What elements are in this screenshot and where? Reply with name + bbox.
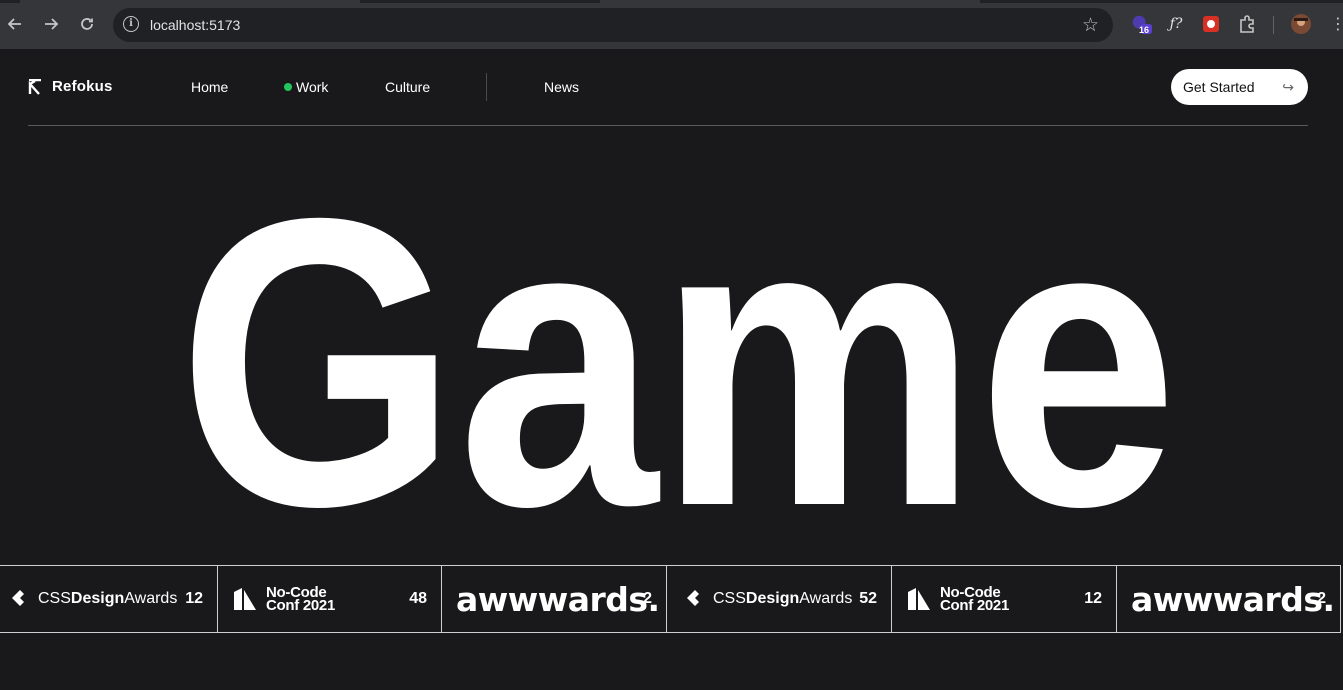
award-count: 12 <box>1084 590 1102 607</box>
profile-avatar[interactable] <box>1290 13 1312 35</box>
extension-badge: 16 <box>1139 25 1150 35</box>
extension-icon[interactable]: 16 <box>1130 13 1152 35</box>
nocode-icon <box>234 588 256 610</box>
award-card[interactable]: No-Code Conf 2021 48 <box>217 565 442 633</box>
address-bar[interactable]: i localhost:5173 ☆ <box>113 8 1113 42</box>
award-card[interactable]: CSSDesignAwards 52 <box>666 565 892 633</box>
get-started-label: Get Started <box>1183 79 1255 95</box>
puzzle-icon[interactable] <box>1236 13 1258 35</box>
award-count: 52 <box>859 590 877 607</box>
nav-work[interactable]: Work <box>284 79 328 95</box>
brand-name: Refokus <box>52 78 113 95</box>
cssda-icon <box>687 590 699 606</box>
url-text[interactable]: localhost:5173 <box>150 17 240 33</box>
award-card[interactable]: No-Code Conf 2021 12 <box>891 565 1117 633</box>
nav-culture[interactable]: Culture <box>385 79 430 95</box>
awards-strip: CSSDesignAwards 12 No-Code Conf 2021 48 a… <box>0 565 1343 633</box>
award-count: 2 <box>1317 590 1326 607</box>
page: Refokus Home Work Culture News Get Start… <box>0 49 1343 690</box>
reload-icon[interactable] <box>76 13 98 35</box>
awwwards-logo: awwwards. <box>456 579 660 619</box>
hero: Game <box>0 169 1343 529</box>
cssda-logo: CSSDesignAwards <box>8 587 177 611</box>
award-card[interactable]: CSSDesignAwards 12 <box>0 565 218 633</box>
awwwards-logo: awwwards. <box>1131 579 1335 619</box>
nocode-logo: No-Code Conf 2021 <box>232 585 335 613</box>
nocode-icon <box>908 588 930 610</box>
bookmark-star-icon[interactable]: ☆ <box>1082 14 1099 37</box>
award-count: 48 <box>409 590 427 607</box>
menu-icon[interactable]: ⋮ <box>1327 13 1343 35</box>
brand-mark-icon <box>28 78 41 95</box>
nav-home[interactable]: Home <box>191 79 228 95</box>
forward-arrow-icon[interactable] <box>40 13 62 35</box>
cssda-logo: CSSDesignAwards <box>683 587 852 611</box>
award-count: 12 <box>185 590 203 607</box>
site-info-icon[interactable]: i <box>123 16 139 32</box>
back-arrow-icon[interactable] <box>4 13 26 35</box>
get-started-button[interactable]: Get Started ↪ <box>1171 69 1308 105</box>
nav-divider <box>486 73 487 101</box>
app-icon[interactable] <box>1200 13 1222 35</box>
award-count: 2 <box>643 590 652 607</box>
active-dot-icon <box>284 83 292 91</box>
arrow-return-icon: ↪ <box>1282 79 1294 95</box>
browser-toolbar: i localhost:5173 ☆ 16 ƒ? ⋮ <box>0 0 1343 49</box>
site-header: Refokus Home Work Culture News Get Start… <box>28 69 1308 107</box>
hero-word: Game <box>178 169 1178 529</box>
nav-work-label: Work <box>296 79 329 95</box>
toolbar-divider <box>1273 16 1274 34</box>
brand-logo[interactable]: Refokus <box>28 78 113 95</box>
function-icon[interactable]: ƒ? <box>1165 13 1187 35</box>
header-divider <box>28 125 1308 126</box>
hero-word-text: Game <box>178 169 1178 529</box>
award-card[interactable]: awwwards. 2 <box>441 565 667 633</box>
nocode-logo: No-Code Conf 2021 <box>906 585 1009 613</box>
cssda-icon <box>12 590 24 606</box>
tab-strip <box>0 0 1343 3</box>
award-card[interactable]: awwwards. 2 <box>1116 565 1341 633</box>
nav-news[interactable]: News <box>544 79 579 95</box>
